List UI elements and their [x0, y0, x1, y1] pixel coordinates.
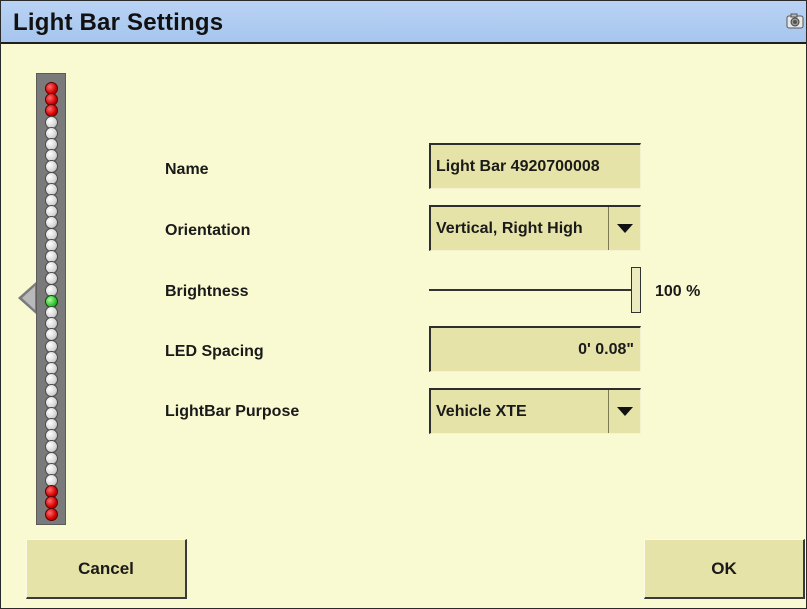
brightness-slider-track[interactable] [429, 289, 635, 291]
led-spacing-field[interactable]: 0' 0.08" [429, 326, 641, 372]
lightbar-purpose-label: LightBar Purpose [165, 403, 300, 420]
orientation-dropdown-button[interactable] [608, 207, 640, 250]
pointer-highlight [22, 286, 35, 310]
light-bar-settings-window: Light Bar Settings Name Light Bar 492070… [0, 0, 807, 609]
name-field[interactable]: Light Bar 4920700008 [429, 143, 641, 189]
name-value: Light Bar 4920700008 [436, 158, 600, 175]
lightbar-purpose-dropdown-button[interactable] [608, 390, 640, 433]
led-spacing-label: LED Spacing [165, 343, 264, 360]
orientation-dropdown[interactable]: Vertical, Right High [429, 205, 641, 251]
led-spacing-value: 0' 0.08" [578, 341, 634, 358]
ok-button[interactable]: OK [644, 539, 805, 599]
brightness-slider-thumb[interactable] [631, 267, 641, 313]
brightness-value: 100 % [655, 283, 701, 300]
lightbar-purpose-value: Vehicle XTE [436, 403, 527, 420]
window-title: Light Bar Settings [13, 9, 224, 36]
chevron-down-icon [617, 224, 633, 233]
name-label: Name [165, 161, 209, 178]
camera-icon[interactable] [786, 13, 804, 29]
cancel-button[interactable]: Cancel [26, 539, 187, 599]
lightbar-purpose-dropdown[interactable]: Vehicle XTE [429, 388, 641, 434]
chevron-down-icon [617, 407, 633, 416]
brightness-label: Brightness [165, 283, 249, 300]
led-red [45, 507, 58, 521]
orientation-label: Orientation [165, 222, 251, 239]
title-bar: Light Bar Settings [1, 1, 806, 44]
light-bar-preview [36, 73, 66, 525]
orientation-value: Vertical, Right High [436, 220, 583, 237]
